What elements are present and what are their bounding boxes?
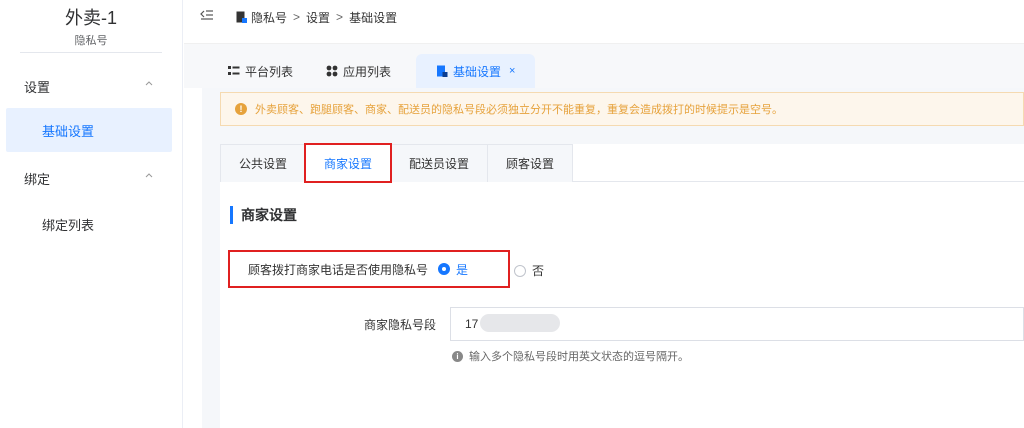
subtab-merchant-settings[interactable]: 商家设置 — [304, 143, 393, 183]
sidebar-item-label: 绑定列表 — [42, 217, 95, 233]
top-header: 隐私号 > 设置 > 基础设置 — [184, 0, 1024, 44]
question-label: 顾客拨打商家电话是否使用隐私号 — [248, 262, 429, 277]
settings-subtabs: 公共设置 商家设置 配送员设置 顾客设置 — [220, 143, 1024, 183]
tab-label: 应用列表 — [343, 64, 392, 79]
doc-icon — [236, 11, 247, 23]
main-content: ! 外卖顾客、跑腿顾客、商家、配送员的隐私号段必须独立分开不能重复，重复会造成拨… — [202, 88, 1024, 428]
subtab-label: 公共设置 — [239, 157, 288, 171]
tab-label: 基础设置 — [453, 64, 502, 79]
radio-label: 是 — [456, 262, 469, 277]
brand-divider — [20, 52, 162, 53]
sidebar: 外卖-1 隐私号 设置 基础设置 绑定 绑定列表 — [0, 0, 183, 428]
privacy-number-question: 顾客拨打商家电话是否使用隐私号 是 — [228, 250, 510, 288]
brand: 外卖-1 隐私号 — [0, 0, 182, 58]
alert-text: 外卖顾客、跑腿顾客、商家、配送员的隐私号段必须独立分开不能重复，重复会造成拨打的… — [255, 104, 783, 116]
grid-list-icon — [228, 66, 240, 75]
breadcrumb-separator: > — [336, 10, 344, 24]
chevron-up-icon — [145, 81, 153, 86]
tab-platform-list[interactable]: 平台列表 — [228, 56, 293, 86]
subtab-label: 商家设置 — [324, 157, 373, 171]
doc-icon — [437, 65, 448, 77]
radio-dot — [514, 264, 526, 277]
breadcrumb-item[interactable]: 隐私号 — [251, 9, 287, 26]
subtab-label: 顾客设置 — [506, 157, 555, 171]
radio-no[interactable]: 否 — [514, 262, 544, 279]
subtab-courier-settings[interactable]: 配送员设置 — [390, 144, 489, 182]
menu-group-label: 设置 — [24, 79, 51, 95]
warning-alert: ! 外卖顾客、跑腿顾客、商家、配送员的隐私号段必须独立分开不能重复，重复会造成拨… — [220, 92, 1024, 126]
breadcrumb: 隐私号 > 设置 > 基础设置 — [236, 0, 397, 34]
breadcrumb-separator: > — [293, 10, 301, 24]
collapse-menu-icon[interactable] — [200, 9, 214, 21]
apps-icon — [326, 65, 338, 77]
tab-basic-settings[interactable]: 基础设置 × — [416, 54, 536, 88]
menu-group-settings[interactable]: 设置 — [0, 66, 183, 106]
breadcrumb-item: 基础设置 — [349, 10, 398, 25]
chevron-up-icon — [145, 173, 153, 178]
segment-hint: i 输入多个隐私号段时用英文状态的逗号隔开。 — [452, 348, 689, 364]
tab-bar: 平台列表 应用列表 基础设置 × — [184, 44, 1024, 88]
sidebar-item-label: 基础设置 — [42, 123, 95, 139]
subtab-label: 配送员设置 — [409, 157, 470, 171]
close-icon[interactable]: × — [509, 65, 515, 77]
brand-subtitle: 隐私号 — [74, 35, 108, 47]
segment-field-label: 商家隐私号段 — [364, 318, 437, 332]
settings-card: 公共设置 商家设置 配送员设置 顾客设置 商家设置 顾客拨打商家电话是否使用隐私… — [220, 143, 1024, 428]
section-title: 商家设置 — [230, 206, 297, 224]
redaction-mask — [480, 314, 560, 332]
brand-title: 外卖-1 — [64, 8, 117, 28]
sidebar-item-binding-list[interactable]: 绑定列表 — [6, 202, 172, 246]
sidebar-item-basic-settings[interactable]: 基础设置 — [6, 108, 172, 152]
info-icon: i — [452, 350, 463, 362]
radio-yes[interactable]: 是 — [438, 261, 468, 278]
hint-text: 输入多个隐私号段时用英文状态的逗号隔开。 — [469, 351, 689, 363]
menu-group-label: 绑定 — [24, 171, 51, 187]
subtab-customer-settings[interactable]: 顾客设置 — [487, 144, 574, 182]
subtab-public-settings[interactable]: 公共设置 — [220, 144, 307, 182]
radio-dot-checked — [438, 263, 451, 275]
warning-icon: ! — [235, 103, 247, 115]
tab-label: 平台列表 — [245, 64, 294, 79]
content-gutter — [184, 88, 202, 428]
radio-label: 否 — [532, 264, 545, 278]
tab-app-list[interactable]: 应用列表 — [326, 56, 391, 86]
menu-group-binding[interactable]: 绑定 — [0, 158, 183, 198]
breadcrumb-item[interactable]: 设置 — [306, 9, 330, 26]
